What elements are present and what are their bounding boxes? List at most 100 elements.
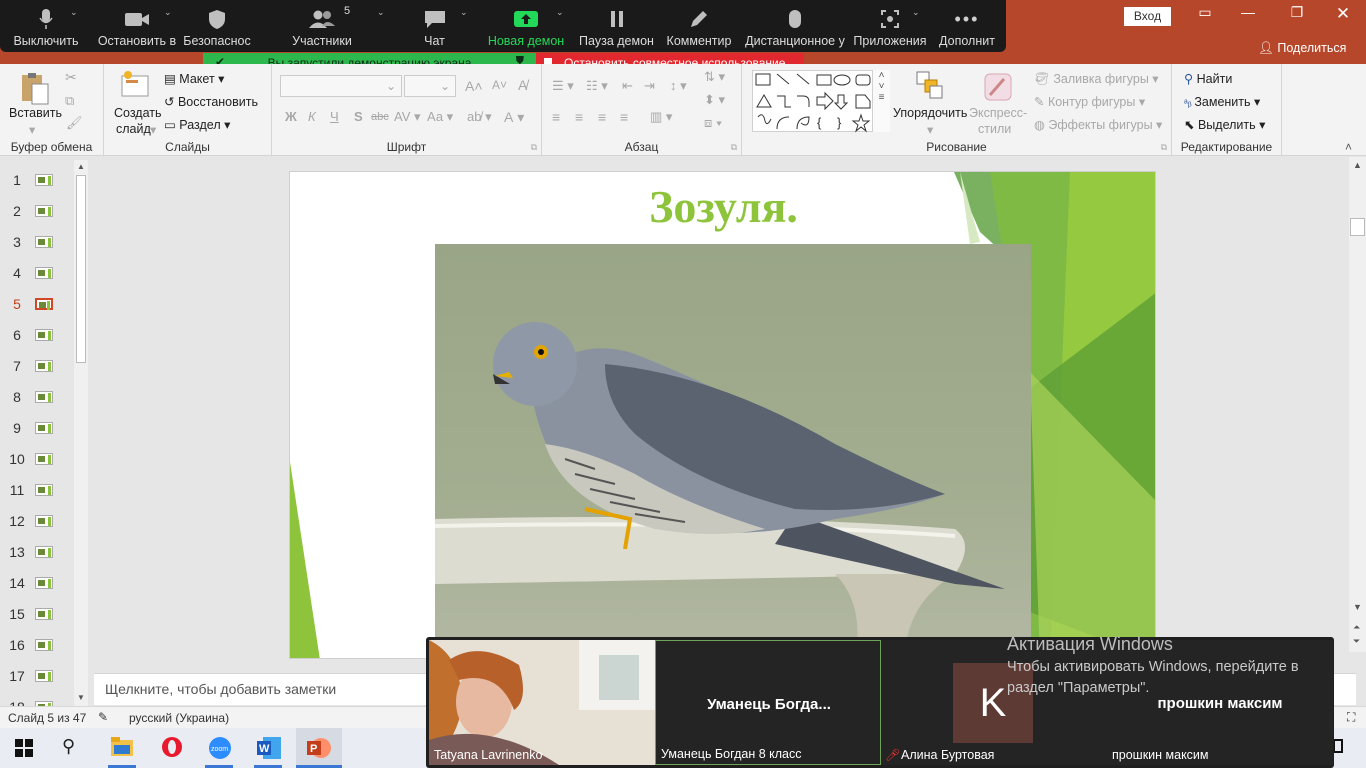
slide-thumbnail-image[interactable] (35, 236, 53, 248)
highlight-icon[interactable]: ab̸ ▾ (467, 109, 492, 125)
next-slide-icon[interactable]: ⏷ (1353, 636, 1360, 647)
stop-video-button[interactable]: Остановить в ⌄ (92, 0, 182, 52)
slide-thumbnail-image[interactable] (35, 546, 53, 558)
slide-thumbnail-image[interactable] (35, 639, 53, 651)
pause-share-button[interactable]: Пауза демон (575, 0, 658, 52)
search-icon[interactable]: ⚲ (62, 736, 75, 757)
cuckoo-photo[interactable] (435, 244, 1031, 658)
arrange-button[interactable]: Упорядочить (893, 106, 967, 120)
bullets-icon[interactable]: ☰ ▾ (552, 78, 574, 94)
ribbon-display-icon[interactable]: ▭ (1190, 4, 1220, 21)
change-case-button[interactable]: Аа ▾ (427, 109, 453, 125)
slide-thumbnail-image[interactable] (35, 329, 53, 341)
chevron-down-icon[interactable]: ⌄ (556, 7, 564, 18)
slide-scrollbar[interactable]: ▲ ▼ ⏶ ⏷ (1349, 157, 1366, 652)
font-color-button[interactable]: А ▾ (504, 109, 524, 126)
annotate-button[interactable]: Комментир (658, 0, 740, 52)
slide-thumbnail-image[interactable] (35, 174, 53, 186)
reset-button[interactable]: ↺ Восстановить (164, 94, 258, 109)
chevron-down-icon[interactable]: ⌄ (377, 7, 385, 18)
slide-thumbnail-image[interactable] (35, 267, 53, 279)
remote-control-button[interactable]: Дистанционное у (740, 0, 850, 52)
scroll-thumb[interactable] (1350, 218, 1365, 236)
more-button[interactable]: ••• Дополнит (930, 0, 1004, 52)
dialog-launcher-icon[interactable]: ⧉ (731, 142, 737, 153)
dialog-launcher-icon[interactable]: ⧉ (1161, 142, 1167, 153)
justify-icon[interactable]: ≡ (620, 109, 628, 125)
sign-in-button[interactable]: Вход (1124, 7, 1171, 26)
slide-thumbnail-image[interactable] (35, 484, 53, 496)
collapse-ribbon-icon[interactable]: ˄ (1345, 140, 1352, 154)
layout-button[interactable]: ▤ Макет ▾ (164, 71, 224, 86)
slide-thumbnail-image[interactable] (35, 205, 53, 217)
chevron-down-icon[interactable]: ▾ (150, 122, 156, 137)
slide-thumbnail-image[interactable] (35, 515, 53, 527)
strikethrough-button[interactable]: abc (371, 111, 389, 123)
replace-button[interactable]: ᵃᵦ Заменить ▾ (1184, 94, 1260, 109)
powerpoint-taskbar-button[interactable]: P (296, 728, 342, 768)
numbering-icon[interactable]: ☷ ▾ (586, 78, 608, 94)
chat-button[interactable]: Чат ⌄ (392, 0, 477, 52)
underline-button[interactable]: Ч (330, 109, 339, 124)
slide-thumbnail-image[interactable] (35, 577, 53, 589)
chevron-down-icon[interactable]: ⌄ (460, 7, 468, 18)
language-indicator[interactable]: русский (Украина) (129, 711, 229, 725)
chevron-down-icon[interactable]: ⌄ (70, 7, 78, 18)
slide-thumbnail-image[interactable] (35, 298, 53, 310)
apps-button[interactable]: Приложения ⌄ (850, 0, 930, 52)
chevron-down-icon[interactable]: ⌄ (912, 7, 920, 18)
video-tile[interactable]: Уманець Богда... Уманець Богдан 8 класс (655, 640, 881, 765)
slide-thumbnail-image[interactable] (35, 453, 53, 465)
shapes-gallery[interactable]: {} (752, 70, 890, 133)
slide-thumbnail-image[interactable] (35, 608, 53, 620)
zoom-app-icon[interactable]: zoom (208, 736, 232, 763)
word-icon[interactable]: W (257, 737, 281, 762)
share-button[interactable]: 👤︎ Поделиться (1258, 41, 1346, 56)
quick-styles-icon[interactable] (982, 71, 1014, 106)
windows-start-icon[interactable] (15, 739, 33, 760)
arrange-icon[interactable] (915, 70, 945, 103)
shrink-font-icon[interactable]: A˅ (492, 78, 507, 92)
align-text-icon[interactable]: ⬍ ▾ (704, 92, 725, 108)
slide-thumbnail-image[interactable] (35, 391, 53, 403)
file-explorer-icon[interactable] (111, 737, 133, 760)
smartart-icon[interactable]: ⧈ ▾ (704, 115, 722, 131)
shape-fill-button[interactable]: 🪣︎ Заливка фигуры ▾ (1034, 71, 1159, 87)
thumbnail-scrollbar[interactable]: ▲ ▼ (74, 160, 88, 706)
columns-icon[interactable]: ▥ ▾ (650, 109, 672, 125)
video-tile[interactable]: Tatyana Lavrinenko (429, 640, 655, 765)
mute-button[interactable]: Выключить ⌄ (0, 0, 92, 52)
increase-indent-icon[interactable]: ⇥ (644, 78, 655, 94)
paste-button[interactable]: Вставить (9, 106, 62, 120)
slide-thumbnail-image[interactable] (35, 360, 53, 372)
slide-thumbnail-image[interactable] (35, 422, 53, 434)
quick-styles-button[interactable]: Экспресс- (969, 106, 1027, 120)
line-spacing-icon[interactable]: ↕ ▾ (670, 78, 687, 94)
minimize-icon[interactable]: — (1233, 4, 1263, 20)
find-button[interactable]: ⚲ Найти (1184, 71, 1232, 86)
opera-icon[interactable] (161, 736, 183, 761)
slide-title[interactable]: Зозуля. (290, 180, 1155, 233)
copy-icon[interactable]: ⧉ (65, 93, 74, 109)
new-slide-icon[interactable] (120, 70, 150, 100)
align-left-icon[interactable]: ≡ (552, 109, 560, 125)
text-direction-icon[interactable]: ⇅ ▾ (704, 69, 725, 85)
bold-button[interactable]: Ж (285, 109, 297, 124)
new-slide-button[interactable]: Создать (114, 106, 162, 120)
slide-thumbnail-image[interactable] (35, 670, 53, 682)
shape-outline-button[interactable]: ✎ Контур фигуры ▾ (1034, 94, 1145, 109)
fit-slide-icon[interactable]: ⛶ (1347, 710, 1355, 725)
italic-button[interactable]: К (308, 109, 316, 124)
show-desktop-icon[interactable] (1333, 739, 1343, 753)
chevron-down-icon[interactable]: ⌄ (164, 7, 172, 18)
shape-effects-button[interactable]: ◍ Эффекты фигуры ▾ (1034, 117, 1162, 132)
chevron-down-icon[interactable]: ▾ (29, 122, 35, 137)
shadow-button[interactable]: S (354, 109, 363, 124)
close-icon[interactable]: ✕ (1328, 4, 1358, 24)
font-name-dropdown[interactable]: ⌄ (280, 75, 402, 97)
clear-format-icon[interactable]: A̸ (518, 77, 527, 93)
participants-button[interactable]: Участники 5 ⌄ (252, 0, 392, 52)
align-right-icon[interactable]: ≡ (598, 109, 606, 125)
security-button[interactable]: Безопаснос (182, 0, 252, 52)
spacing-icon[interactable]: AV ▾ (394, 109, 421, 125)
